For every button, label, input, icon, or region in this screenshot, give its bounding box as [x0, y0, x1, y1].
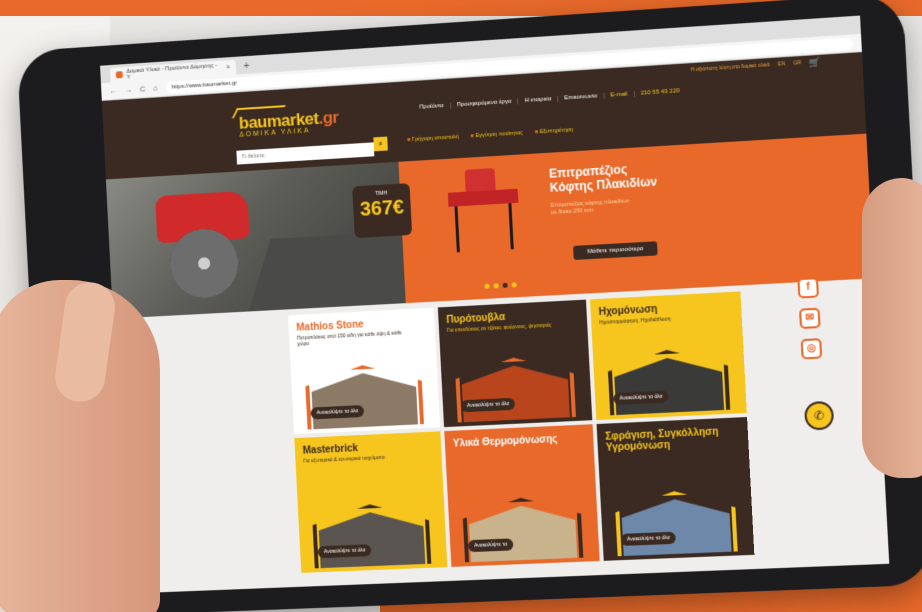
favicon-icon — [116, 71, 123, 78]
slider-dot-active[interactable] — [503, 283, 508, 288]
house-frame-icon — [304, 362, 424, 429]
facebook-icon[interactable]: f — [797, 277, 819, 298]
nav-item-products[interactable]: Προϊόντα — [413, 103, 451, 111]
tab-close-button[interactable]: × — [226, 64, 230, 71]
back-button[interactable]: ← — [109, 86, 117, 95]
logo-tld: .gr — [318, 108, 339, 128]
nav-email-link[interactable]: E-mail — [604, 91, 635, 99]
card-title: Ηχομόνωση — [598, 300, 733, 318]
category-card-soundproofing[interactable]: Ηχομόνωση Ηχοαπορρόφηση, Ηχοδιάθλαση Ανα… — [590, 291, 747, 420]
card-title: Σφράγιση, Συγκόλληση Υγρομόνωση — [605, 425, 740, 453]
slider-dots — [485, 282, 517, 289]
cutter-leg — [508, 203, 513, 249]
card-title: Πυρότουβλα — [446, 308, 579, 326]
card-cta-button[interactable]: Ανακαλύψτε τα όλα — [310, 405, 364, 419]
card-cta-button[interactable]: Ανακαλύψτε τα — [468, 538, 514, 552]
home-button[interactable]: ⌂ — [153, 84, 158, 93]
house-frame-icon — [607, 347, 730, 415]
forward-button[interactable]: → — [124, 85, 132, 94]
new-tab-button[interactable]: + — [239, 60, 253, 75]
feature-shipping: Γρήγορη αποστολή — [407, 134, 459, 143]
features-bar: Γρήγορη αποστολή Εγγύηση ποιότητας Εξυπη… — [407, 127, 573, 143]
feature-quality: Εγγύηση ποιότητας — [470, 130, 522, 139]
search-icon[interactable]: ⌕ — [373, 137, 388, 152]
slider-dot[interactable] — [494, 283, 499, 288]
instagram-icon[interactable]: ◎ — [801, 338, 823, 359]
house-frame-icon — [462, 495, 583, 562]
category-card-insulation[interactable]: Υλικά Θερμομόνωσης Ανακαλύψτε τα — [444, 424, 599, 567]
card-cta-button[interactable]: Ανακαλύψτε τα όλα — [621, 532, 677, 546]
cart-icon[interactable]: 🛒 — [809, 56, 821, 68]
category-card-firebricks[interactable]: Πυρότουβλα Για επενδύσεις σε τζάκια, φού… — [438, 300, 592, 428]
promo-title: Επιτραπέζιος Κόφτης Πλακιδίων — [549, 160, 658, 194]
category-card-mathios-stone[interactable]: Mathios Stone Πετροπλάκες από 150 είδη γ… — [288, 308, 440, 435]
right-hand — [862, 178, 922, 478]
promo-description: Επιτραπέζιος κόφτης πλακιδίων με δίσκο 2… — [551, 198, 632, 217]
nav-item-projects[interactable]: Προσφερόμενα έργα — [451, 98, 519, 108]
reload-button[interactable]: C — [140, 84, 146, 93]
search-input[interactable] — [236, 142, 374, 164]
site-logo[interactable]: baumarket.gr ΔΟΜΙΚΑ ΥΛΙΚΑ — [238, 108, 339, 139]
category-card-masterbrick[interactable]: Masterbrick Για εξωτερικά & εσωτερικά το… — [294, 431, 447, 573]
nav-item-company[interactable]: Η εταιρεία — [518, 96, 558, 105]
lang-en-link[interactable]: EN — [778, 61, 785, 68]
card-title: Masterbrick — [303, 440, 434, 457]
social-links: f ✉ ◎ — [797, 277, 822, 359]
house-frame-icon — [455, 355, 576, 423]
promo-learn-more-button[interactable]: Μάθετε περισσότερα — [573, 241, 658, 260]
tile-cutter-image — [447, 167, 521, 251]
house-frame-icon — [614, 489, 737, 557]
cutter-leg — [454, 206, 459, 252]
whatsapp-icon[interactable]: ✆ — [804, 401, 834, 431]
house-frame-icon — [312, 502, 432, 569]
card-title: Υλικά Θερμομόνωσης — [453, 433, 586, 450]
lang-gr-link[interactable]: GR — [793, 60, 801, 67]
price-value: 367€ — [353, 195, 412, 222]
card-title: Mathios Stone — [296, 316, 427, 334]
topbar-text: Η αξιόπιστη λύση στα δομικά υλικά — [691, 62, 770, 73]
category-card-sealing[interactable]: Σφράγιση, Συγκόλληση Υγρομόνωση Ανακαλύψ… — [597, 417, 755, 561]
search-bar: ⌕ — [236, 137, 374, 164]
tablet-screen: Δομικά Υλικά - Προϊόντα Δόμησης - Υ × + … — [100, 16, 889, 594]
nav-phone-link[interactable]: 210 55 43 220 — [634, 88, 685, 97]
slider-dot[interactable] — [485, 284, 490, 289]
card-cta-button[interactable]: Ανακαλύψτε τα όλα — [318, 544, 372, 558]
nav-item-contact[interactable]: Επικοινωνία — [558, 93, 604, 102]
price-badge: ΤΙΜΗ 367€ — [352, 183, 412, 238]
category-grid: Mathios Stone Πετροπλάκες από 150 είδη γ… — [288, 291, 754, 572]
slider-dot[interactable] — [512, 282, 517, 287]
feature-service: Εξυπηρέτηση — [535, 127, 574, 135]
email-icon[interactable]: ✉ — [799, 308, 821, 329]
tile-image — [243, 229, 405, 318]
